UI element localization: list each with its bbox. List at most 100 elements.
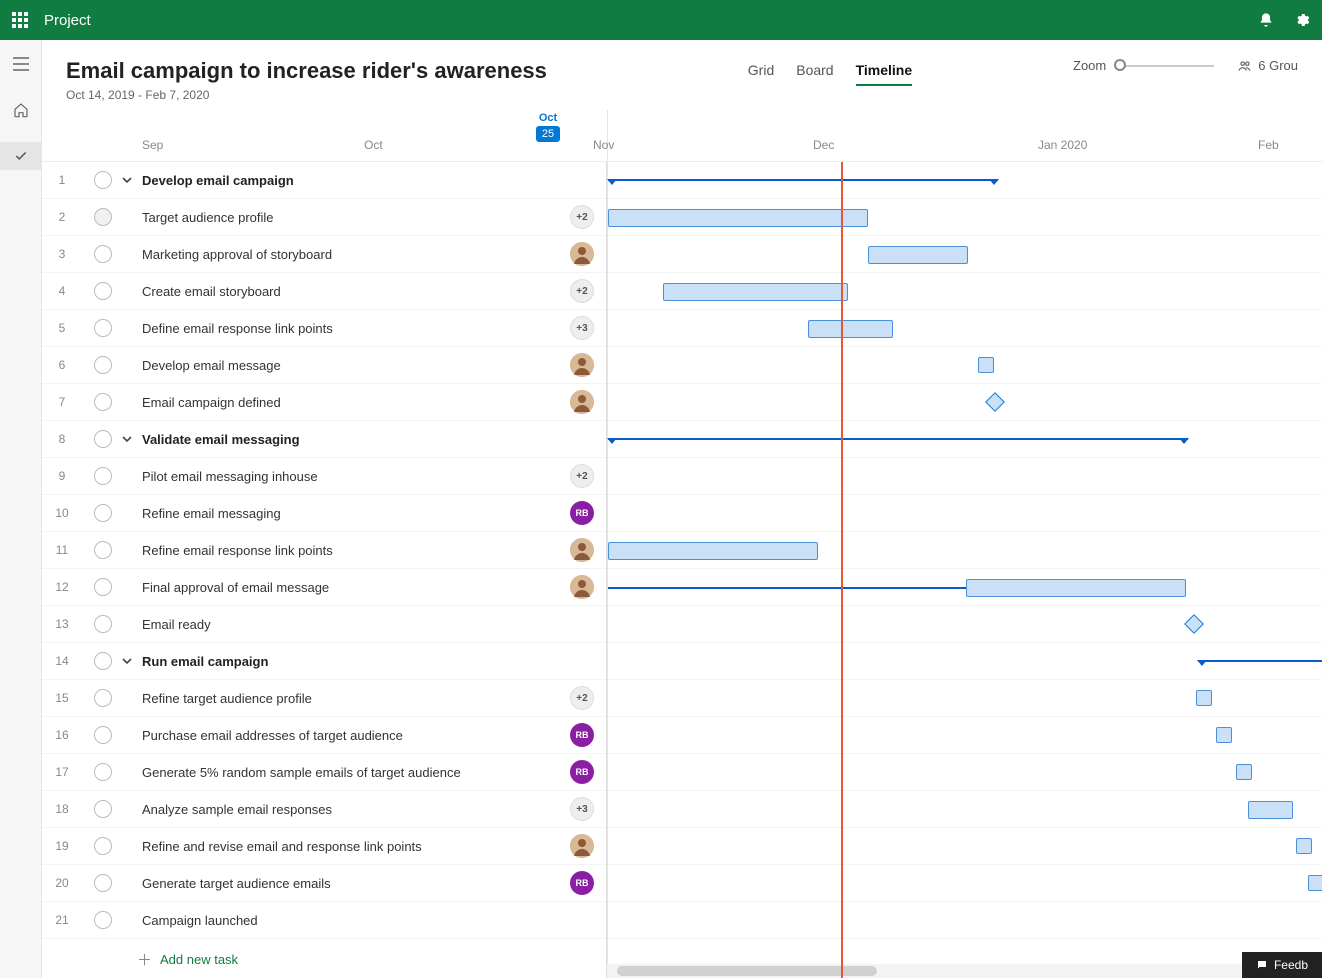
chevron-down-icon[interactable] bbox=[122, 656, 136, 666]
task-row[interactable]: 7Email campaign defined bbox=[42, 384, 606, 421]
complete-toggle[interactable] bbox=[94, 763, 112, 781]
task-row[interactable]: 16Purchase email addresses of target aud… bbox=[42, 717, 606, 754]
home-icon[interactable] bbox=[0, 96, 41, 124]
zoom-control[interactable]: Zoom bbox=[1073, 58, 1214, 73]
settings-icon[interactable] bbox=[1294, 12, 1310, 28]
complete-toggle[interactable] bbox=[94, 726, 112, 744]
complete-toggle[interactable] bbox=[94, 319, 112, 337]
complete-toggle[interactable] bbox=[94, 689, 112, 707]
assignee[interactable]: +3 bbox=[558, 316, 606, 340]
milestone[interactable] bbox=[1184, 614, 1204, 634]
assignee[interactable]: +3 bbox=[558, 797, 606, 821]
check-icon[interactable] bbox=[0, 142, 41, 170]
complete-toggle[interactable] bbox=[94, 837, 112, 855]
task-row[interactable]: 17Generate 5% random sample emails of ta… bbox=[42, 754, 606, 791]
summary-bar[interactable] bbox=[1198, 660, 1322, 662]
assignee[interactable] bbox=[558, 538, 606, 562]
complete-toggle[interactable] bbox=[94, 652, 112, 670]
assignee[interactable] bbox=[558, 390, 606, 414]
complete-toggle[interactable] bbox=[94, 874, 112, 892]
assignee[interactable] bbox=[558, 575, 606, 599]
complete-toggle[interactable] bbox=[94, 541, 112, 559]
task-bar[interactable] bbox=[1196, 690, 1212, 706]
gantt-area[interactable] bbox=[607, 162, 1322, 978]
task-bar[interactable] bbox=[663, 283, 848, 301]
task-row[interactable]: 14Run email campaign bbox=[42, 643, 606, 680]
task-bar[interactable] bbox=[1308, 875, 1322, 891]
task-row[interactable]: 18Analyze sample email responses+3 bbox=[42, 791, 606, 828]
complete-toggle[interactable] bbox=[94, 800, 112, 818]
task-row[interactable]: 13Email ready bbox=[42, 606, 606, 643]
task-name: Define email response link points bbox=[122, 321, 558, 336]
task-row[interactable]: 15Refine target audience profile+2 bbox=[42, 680, 606, 717]
task-bar[interactable] bbox=[868, 246, 968, 264]
assignee[interactable]: +2 bbox=[558, 686, 606, 710]
task-row[interactable]: 20Generate target audience emailsRB bbox=[42, 865, 606, 902]
task-bar[interactable] bbox=[1236, 764, 1252, 780]
complete-toggle[interactable] bbox=[94, 467, 112, 485]
milestone[interactable] bbox=[985, 392, 1005, 412]
task-row[interactable]: 6Develop email message bbox=[42, 347, 606, 384]
complete-toggle[interactable] bbox=[94, 171, 112, 189]
group-button[interactable]: 6 Grou bbox=[1238, 58, 1298, 73]
task-bar[interactable] bbox=[808, 320, 893, 338]
task-bar[interactable] bbox=[966, 579, 1186, 597]
complete-toggle[interactable] bbox=[94, 911, 112, 929]
task-bar[interactable] bbox=[608, 542, 818, 560]
complete-toggle[interactable] bbox=[94, 504, 112, 522]
feedback-button[interactable]: Feedb bbox=[1242, 952, 1322, 978]
task-bar[interactable] bbox=[608, 209, 868, 227]
task-row[interactable]: 19Refine and revise email and response l… bbox=[42, 828, 606, 865]
assignee[interactable]: +2 bbox=[558, 279, 606, 303]
row-number: 13 bbox=[42, 617, 82, 631]
chevron-down-icon[interactable] bbox=[122, 175, 136, 185]
add-task-button[interactable]: ＋ Add new task bbox=[42, 941, 606, 978]
task-row[interactable]: 10Refine email messagingRB bbox=[42, 495, 606, 532]
assignee[interactable] bbox=[558, 242, 606, 266]
assignee[interactable]: RB bbox=[558, 501, 606, 525]
menu-icon[interactable] bbox=[0, 50, 41, 78]
task-row[interactable]: 2Target audience profile+2 bbox=[42, 199, 606, 236]
complete-toggle[interactable] bbox=[94, 356, 112, 374]
avatar-icon bbox=[570, 834, 594, 858]
people-icon bbox=[1238, 59, 1252, 73]
task-row[interactable]: 1Develop email campaign bbox=[42, 162, 606, 199]
app-launcher-icon[interactable] bbox=[12, 12, 28, 28]
complete-toggle[interactable] bbox=[94, 245, 112, 263]
horizontal-scrollbar[interactable] bbox=[607, 964, 1322, 978]
tab-timeline[interactable]: Timeline bbox=[856, 62, 913, 86]
task-row[interactable]: 3Marketing approval of storyboard bbox=[42, 236, 606, 273]
assignee[interactable]: RB bbox=[558, 723, 606, 747]
assignee[interactable]: +2 bbox=[558, 205, 606, 229]
complete-toggle[interactable] bbox=[94, 208, 112, 226]
task-bar[interactable] bbox=[1248, 801, 1293, 819]
task-row[interactable]: 21Campaign launched bbox=[42, 902, 606, 939]
chevron-down-icon[interactable] bbox=[122, 434, 136, 444]
complete-toggle[interactable] bbox=[94, 430, 112, 448]
assignee[interactable]: +2 bbox=[558, 464, 606, 488]
complete-toggle[interactable] bbox=[94, 282, 112, 300]
task-row[interactable]: 8Validate email messaging bbox=[42, 421, 606, 458]
task-bar[interactable] bbox=[1296, 838, 1312, 854]
task-row[interactable]: 5Define email response link points+3 bbox=[42, 310, 606, 347]
task-bar[interactable] bbox=[978, 357, 994, 373]
summary-bar[interactable] bbox=[608, 438, 1188, 440]
complete-toggle[interactable] bbox=[94, 578, 112, 596]
tab-grid[interactable]: Grid bbox=[748, 62, 774, 86]
task-row[interactable]: 4Create email storyboard+2 bbox=[42, 273, 606, 310]
assignee[interactable] bbox=[558, 834, 606, 858]
gantt-row bbox=[608, 421, 1322, 458]
bell-icon[interactable] bbox=[1258, 12, 1274, 28]
assignee[interactable] bbox=[558, 353, 606, 377]
task-row[interactable]: 11Refine email response link points bbox=[42, 532, 606, 569]
summary-bar[interactable] bbox=[608, 179, 998, 181]
task-row[interactable]: 9Pilot email messaging inhouse+2 bbox=[42, 458, 606, 495]
gantt-row bbox=[608, 680, 1322, 717]
complete-toggle[interactable] bbox=[94, 615, 112, 633]
task-row[interactable]: 12Final approval of email message bbox=[42, 569, 606, 606]
complete-toggle[interactable] bbox=[94, 393, 112, 411]
assignee[interactable]: RB bbox=[558, 871, 606, 895]
task-bar[interactable] bbox=[1216, 727, 1232, 743]
assignee[interactable]: RB bbox=[558, 760, 606, 784]
tab-board[interactable]: Board bbox=[796, 62, 833, 86]
